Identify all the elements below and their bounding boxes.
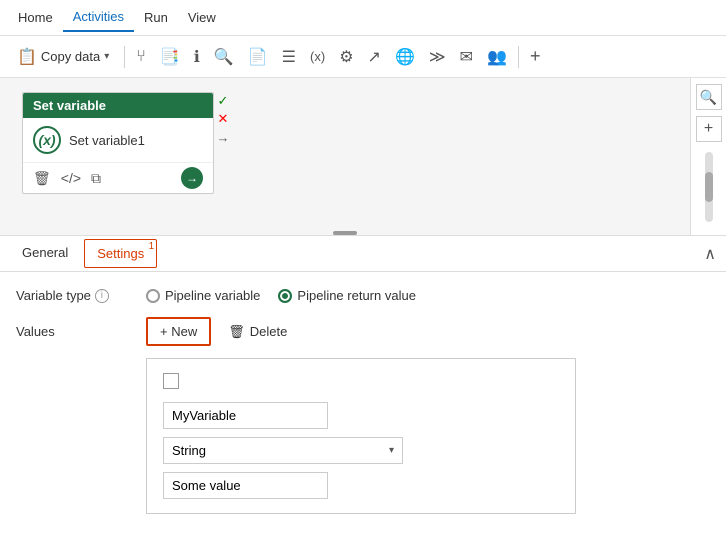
zoom-search-btn[interactable]: 🔍 bbox=[696, 84, 722, 110]
radio-group: Pipeline variable Pipeline return value bbox=[146, 288, 416, 303]
add-more-icon[interactable]: + bbox=[525, 42, 546, 71]
toolbar-separator-2 bbox=[518, 46, 519, 68]
values-label: Values bbox=[16, 324, 146, 339]
variable-type-row: Variable type i Pipeline variable Pipeli… bbox=[16, 288, 710, 303]
variable-icon[interactable]: (x) bbox=[305, 45, 330, 68]
set-variable-node: Set variable (x) Set variable1 🗑 </> ⧉ → bbox=[22, 92, 214, 194]
radio-pipeline-return[interactable]: Pipeline return value bbox=[278, 288, 416, 303]
radio-pipeline-variable-circle bbox=[146, 289, 160, 303]
table-container: String ▾ bbox=[146, 358, 576, 514]
node-body: (x) Set variable1 bbox=[23, 118, 213, 162]
radio-pipeline-variable-label: Pipeline variable bbox=[165, 288, 260, 303]
type-select-value: String bbox=[172, 443, 206, 458]
info-icon[interactable]: ℹ bbox=[189, 43, 205, 71]
node-header: Set variable bbox=[23, 93, 213, 118]
toolbar-separator-1 bbox=[124, 46, 125, 68]
canvas-area: Set variable (x) Set variable1 🗑 </> ⧉ →… bbox=[0, 78, 726, 236]
canvas-right-panel: 🔍 + bbox=[690, 78, 726, 235]
team-icon[interactable]: 👥 bbox=[482, 43, 512, 71]
type-select[interactable]: String ▾ bbox=[163, 437, 403, 464]
copy-data-icon: 📋 bbox=[17, 47, 37, 67]
delete-label: Delete bbox=[250, 324, 288, 339]
table-row-checkbox[interactable] bbox=[163, 373, 179, 389]
menu-run[interactable]: Run bbox=[134, 4, 178, 31]
copy-node-icon[interactable]: ⧉ bbox=[91, 170, 101, 187]
node-side-controls: ✓ ✕ → bbox=[214, 92, 232, 146]
canvas-main[interactable]: Set variable (x) Set variable1 🗑 </> ⧉ →… bbox=[0, 78, 690, 235]
tab-settings-label: Settings bbox=[97, 246, 144, 261]
panel-tabs: General Settings 1 bbox=[10, 239, 157, 268]
node-label: Set variable1 bbox=[69, 133, 145, 148]
node-header-label: Set variable bbox=[33, 98, 106, 113]
checkmark-btn[interactable]: ✓ bbox=[214, 92, 232, 110]
globe-icon[interactable]: 🌐 bbox=[390, 43, 420, 71]
radio-pipeline-return-circle bbox=[278, 289, 292, 303]
tab-settings[interactable]: Settings 1 bbox=[84, 239, 157, 268]
mail-icon[interactable]: ✉ bbox=[455, 43, 478, 71]
tab-general[interactable]: General bbox=[10, 239, 80, 268]
variable-type-label: Variable type i bbox=[16, 288, 146, 303]
type-select-arrow-icon: ▾ bbox=[389, 445, 394, 456]
node-arrow-btn[interactable]: → bbox=[181, 167, 203, 189]
variable-type-text: Variable type bbox=[16, 288, 91, 303]
panel-collapse-btn[interactable]: ∧ bbox=[704, 244, 716, 264]
copy-data-label: Copy data bbox=[41, 49, 100, 64]
menu-activities[interactable]: Activities bbox=[63, 3, 134, 32]
delete-icon: 🗑 bbox=[228, 324, 245, 340]
code-icon[interactable]: </> bbox=[61, 170, 81, 186]
collapse-handle[interactable] bbox=[333, 231, 357, 235]
export-icon[interactable]: ↗ bbox=[363, 43, 386, 71]
delete-button[interactable]: 🗑 Delete bbox=[215, 318, 300, 346]
cross-btn[interactable]: ✕ bbox=[214, 110, 232, 128]
toolbar: 📋 Copy data ▾ ⑂ 📑 ℹ 🔍 📄 ☰ (x) ⚙ ↗ 🌐 ≫ ✉ … bbox=[0, 36, 726, 78]
copy-icon[interactable]: 📑 bbox=[155, 43, 185, 71]
values-row: Values + New 🗑 Delete bbox=[16, 317, 710, 346]
canvas-scrollbar[interactable] bbox=[705, 152, 713, 222]
branch-icon[interactable]: ⑂ bbox=[131, 44, 151, 70]
side-arrow-btn[interactable]: → bbox=[214, 128, 232, 146]
info-circle-icon[interactable]: i bbox=[95, 289, 109, 303]
copy-data-button[interactable]: 📋 Copy data ▾ bbox=[8, 42, 118, 72]
menu-home[interactable]: Home bbox=[8, 4, 63, 31]
value-input[interactable] bbox=[163, 472, 328, 499]
radio-pipeline-return-label: Pipeline return value bbox=[297, 288, 416, 303]
copy-data-arrow: ▾ bbox=[104, 51, 109, 62]
trash-icon[interactable]: 🗑 bbox=[33, 170, 51, 187]
tab-general-label: General bbox=[22, 245, 68, 260]
stream-icon[interactable]: ≫ bbox=[424, 43, 451, 71]
settings-icon[interactable]: ⚙ bbox=[334, 43, 358, 71]
search-icon[interactable]: 🔍 bbox=[209, 43, 239, 71]
node-variable-icon: (x) bbox=[33, 126, 61, 154]
panel-header: General Settings 1 ∧ bbox=[0, 236, 726, 272]
doc-icon[interactable]: 📄 bbox=[243, 43, 273, 71]
node-footer: 🗑 </> ⧉ → bbox=[23, 162, 213, 193]
zoom-plus-btn[interactable]: + bbox=[696, 116, 722, 142]
settings-badge: 1 bbox=[149, 241, 155, 252]
scrollbar-thumb bbox=[705, 172, 713, 202]
variable-name-input[interactable] bbox=[163, 402, 328, 429]
menu-view[interactable]: View bbox=[178, 4, 226, 31]
list-icon[interactable]: ☰ bbox=[277, 43, 301, 71]
new-button[interactable]: + New bbox=[146, 317, 211, 346]
radio-pipeline-variable[interactable]: Pipeline variable bbox=[146, 288, 260, 303]
settings-panel: Variable type i Pipeline variable Pipeli… bbox=[0, 272, 726, 530]
menubar: Home Activities Run View bbox=[0, 0, 726, 36]
